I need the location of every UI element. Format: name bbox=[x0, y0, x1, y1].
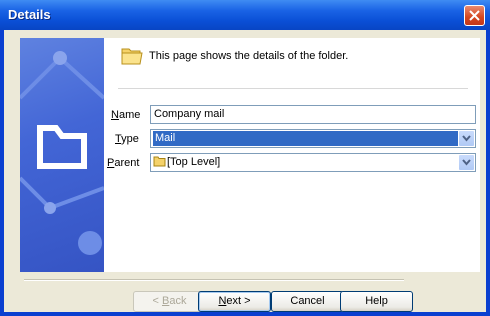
side-graphic bbox=[20, 38, 104, 272]
parent-label: Parent bbox=[107, 157, 140, 169]
name-label: Name bbox=[111, 109, 141, 121]
parent-value: [Top Level] bbox=[167, 156, 221, 168]
parent-dropdown-button[interactable] bbox=[459, 155, 474, 170]
close-button[interactable] bbox=[464, 5, 485, 26]
title-bar[interactable]: Details bbox=[0, 0, 490, 30]
type-label: Type bbox=[115, 133, 139, 145]
folder-icon bbox=[121, 48, 143, 65]
dialog-body: This page shows the details of the folde… bbox=[4, 30, 486, 312]
header-separator bbox=[118, 88, 468, 89]
chevron-down-icon bbox=[462, 135, 471, 142]
close-icon bbox=[469, 10, 480, 21]
back-button[interactable]: < Back bbox=[133, 291, 206, 312]
name-field[interactable]: Company mail bbox=[150, 105, 476, 124]
type-dropdown[interactable]: Mail bbox=[150, 129, 476, 148]
next-button[interactable]: Next > bbox=[198, 291, 271, 312]
type-dropdown-button[interactable] bbox=[459, 131, 474, 146]
cancel-button[interactable]: Cancel bbox=[271, 291, 344, 312]
folder-icon bbox=[153, 156, 166, 167]
header-description: This page shows the details of the folde… bbox=[149, 50, 349, 62]
type-value: Mail bbox=[153, 131, 458, 146]
dialog-window: Details This page shows the details of t… bbox=[0, 0, 490, 316]
button-separator bbox=[24, 279, 404, 281]
chevron-down-icon bbox=[462, 159, 471, 166]
content-panel: This page shows the details of the folde… bbox=[104, 38, 480, 272]
folder-outline-icon bbox=[20, 51, 104, 255]
window-title: Details bbox=[8, 7, 51, 22]
help-button[interactable]: Help bbox=[340, 291, 413, 312]
parent-dropdown[interactable]: [Top Level] bbox=[150, 153, 476, 172]
